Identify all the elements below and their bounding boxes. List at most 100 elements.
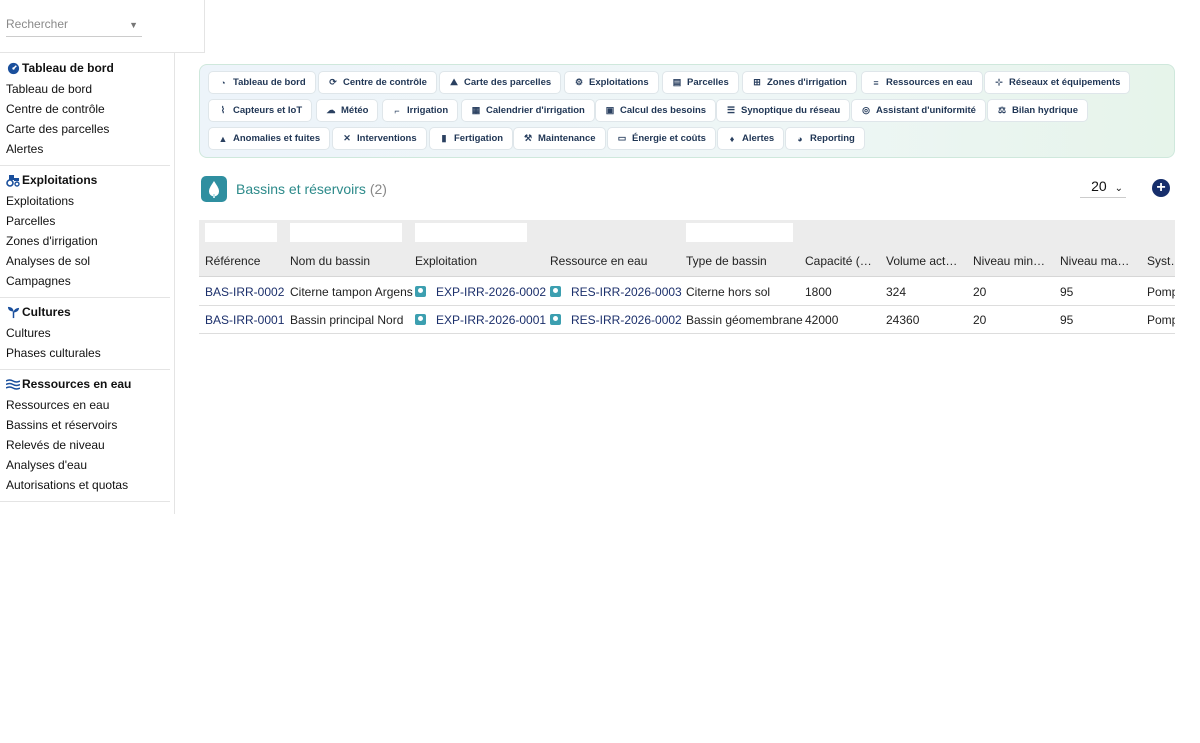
column-header[interactable]: Type de bassin [686,254,798,268]
sidebar-nav: Tableau de bord Tableau de bord Centre d… [0,54,175,502]
exploitation-cell: EXP-IRR-2026-0002 [415,285,546,299]
module-bilan-hydrique[interactable]: ⚖ Bilan hydrique [987,99,1088,122]
systeme-cell: Pompage [1147,313,1175,327]
dashboard-icon: ◔ [220,77,226,88]
tractor-icon [6,173,20,187]
search-input[interactable] [6,17,126,31]
column-header[interactable]: Niveau minimal [973,254,1047,268]
calculator-icon: ▣ [605,105,615,115]
sidebar-item-zones-irrigation[interactable]: Zones d'irrigation [0,231,170,251]
nav-section-exploitations: Exploitations Exploitations Parcelles Zo… [0,166,170,298]
systeme-cell: Pompage [1147,285,1175,299]
sidebar-item-ressources-en-eau[interactable]: Ressources en eau [0,395,170,415]
sidebar-item-parcelles[interactable]: Parcelles [0,211,170,231]
module-reseaux-et-equipements[interactable]: ⊹ Réseaux et équipements [984,71,1131,94]
sidebar-item-exploitations[interactable]: Exploitations [0,191,170,211]
map-icon: ⛰ [450,77,458,87]
record-link-icon[interactable] [415,314,426,325]
sidebar-item-campagnes[interactable]: Campagnes [0,271,170,291]
sidebar-item-alertes[interactable]: Alertes [0,139,170,159]
module-alertes[interactable]: ♦ Alertes [717,127,785,150]
add-record-button[interactable]: + [1152,179,1170,197]
chevron-down-icon[interactable]: ▼ [129,20,138,30]
module-fertigation[interactable]: ▮ Fertigation [429,127,514,150]
module-zones-irrigation[interactable]: ⊞ Zones d'irrigation [742,71,857,94]
filter-nom-input[interactable] [290,223,402,242]
page-size-select[interactable]: 20 ⌄ [1080,178,1126,198]
record-link-icon[interactable] [550,286,561,297]
water-drop-logo-icon [201,176,227,202]
table-row[interactable]: BAS-IRR-0001 Bassin principal Nord EXP-I… [199,306,1175,334]
column-header[interactable]: Ressource en eau [550,254,678,268]
module-reporting[interactable]: ◕ Reporting [785,127,865,150]
module-anomalies-et-fuites[interactable]: ▲ Anomalies et fuites [208,127,331,150]
niveau-min-cell: 20 [973,313,987,327]
column-header[interactable]: Système [1147,254,1175,268]
tractor-icon: ⚙ [574,77,584,87]
sidebar-item-analyses-de-sol[interactable]: Analyses de sol [0,251,170,271]
module-maintenance[interactable]: ⚒ Maintenance [513,127,606,150]
reference-link[interactable]: BAS-IRR-0001 [205,313,284,327]
sidebar-item-centre-de-controle[interactable]: Centre de contrôle [0,99,170,119]
cloud-icon: ☁ [326,105,336,115]
column-header[interactable]: Capacité (m3) [805,254,880,268]
record-link-icon[interactable] [550,314,561,325]
page-title: Bassins et réservoirs (2) [236,181,387,197]
ressource-link[interactable]: RES-IRR-2026-0003 [571,285,682,299]
sidebar-item-autorisations-et-quotas[interactable]: Autorisations et quotas [0,475,170,495]
ressource-link[interactable]: RES-IRR-2026-0002 [571,313,682,327]
module-carte-des-parcelles[interactable]: ⛰ Carte des parcelles [439,71,562,94]
filter-type-input[interactable] [686,223,793,242]
column-header[interactable]: Nom du bassin [290,254,408,268]
nav-section-title[interactable]: Cultures [0,301,170,323]
module-tableau-de-bord[interactable]: ◔ Tableau de bord [208,71,316,94]
capacite-cell: 1800 [805,285,832,299]
exploitation-link[interactable]: EXP-IRR-2026-0002 [436,285,546,299]
module-energie-et-couts[interactable]: ▭ Énergie et coûts [607,127,716,150]
record-count: (2) [369,181,387,197]
record-link-icon[interactable] [415,286,426,297]
volume-cell: 324 [886,285,907,299]
module-capteurs-et-iot[interactable]: ⌇ Capteurs et IoT [208,99,313,122]
bell-icon: ♦ [729,133,735,144]
filter-row [199,220,1175,246]
sidebar-item-bassins-et-reservoirs[interactable]: Bassins et réservoirs [0,415,170,435]
nav-section-title[interactable]: Exploitations [0,169,170,191]
module-exploitations[interactable]: ⚙ Exploitations [564,71,659,94]
sidebar-item-cultures[interactable]: Cultures [0,323,170,343]
sidebar-item-analyses-eau[interactable]: Analyses d'eau [0,455,170,475]
table-header: Référence Nom du bassin Exploitation Res… [199,246,1175,277]
dashboard-icon [6,61,20,75]
module-interventions[interactable]: ✕ Interventions [332,127,427,150]
sidebar-item-releves-de-niveau[interactable]: Relevés de niveau [0,435,170,455]
filter-exploitation-input[interactable] [415,223,527,242]
module-calendrier-irrigation[interactable]: ▦ Calendrier d'irrigation [461,99,595,122]
module-ressources-en-eau[interactable]: ≡ Ressources en eau [861,71,983,94]
module-centre-de-controle[interactable]: ⟳ Centre de contrôle [318,71,437,94]
nav-section-title[interactable]: Ressources en eau [0,373,170,395]
search-combobox[interactable]: ▼ [6,17,142,37]
column-header[interactable]: Volume actuel [886,254,960,268]
ressource-cell: RES-IRR-2026-0002 [550,313,682,327]
table-row[interactable]: BAS-IRR-0002 Citerne tampon Argens EXP-I… [199,278,1175,306]
balance-icon: ⚖ [997,105,1007,115]
column-header[interactable]: Niveau maximal [1060,254,1134,268]
module-meteo[interactable]: ☁ Météo [316,99,379,122]
module-assistant-uniformite[interactable]: ◎ Assistant d'uniformité [851,99,986,122]
network-icon: ⊹ [995,77,1003,87]
module-parcelles[interactable]: ▤ Parcelles [662,71,739,94]
reference-link[interactable]: BAS-IRR-0002 [205,285,284,299]
sidebar-item-phases-culturales[interactable]: Phases culturales [0,343,170,363]
column-header[interactable]: Référence [205,254,285,268]
column-header[interactable]: Exploitation [415,254,540,268]
nav-section-title[interactable]: Tableau de bord [0,57,170,79]
filter-reference-input[interactable] [205,223,277,242]
sidebar-item-tableau-de-bord[interactable]: Tableau de bord [0,79,170,99]
module-synoptique-du-reseau[interactable]: ☰ Synoptique du réseau [716,99,851,122]
exploitation-link[interactable]: EXP-IRR-2026-0001 [436,313,546,327]
module-calcul-des-besoins[interactable]: ▣ Calcul des besoins [595,99,717,122]
pie-chart-icon: ◕ [797,133,803,144]
data-table: Référence Nom du bassin Exploitation Res… [199,220,1175,334]
sidebar-item-carte-des-parcelles[interactable]: Carte des parcelles [0,119,170,139]
module-irrigation[interactable]: ⌐ Irrigation [382,99,459,122]
